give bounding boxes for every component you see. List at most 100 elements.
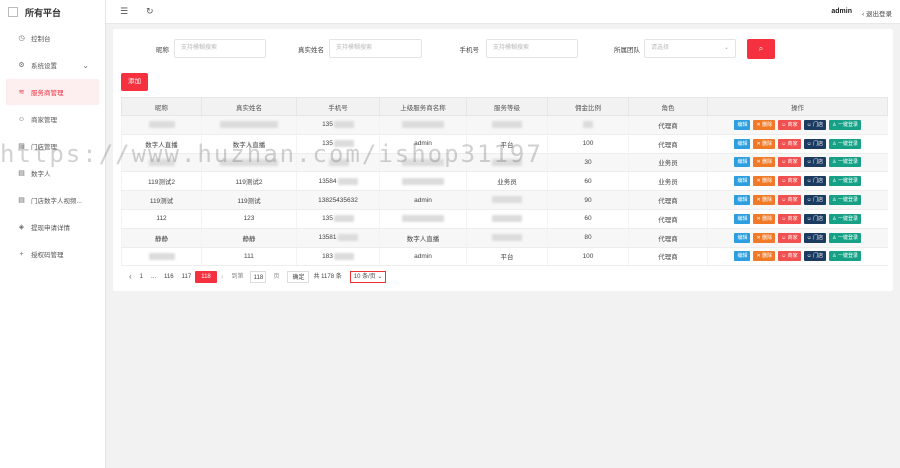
page-ellipsis: ... bbox=[151, 274, 157, 280]
cell-role: 代理商 bbox=[628, 134, 708, 154]
next-page-icon[interactable]: › bbox=[217, 271, 228, 283]
sidebar-item[interactable]: ▤ 数字人 bbox=[6, 160, 99, 186]
edit-button[interactable]: 编辑 bbox=[734, 251, 751, 262]
nickname-input[interactable]: 支持模糊搜索 bbox=[174, 39, 266, 58]
cell-role: 代理商 bbox=[628, 209, 708, 229]
cell-role: 代理商 bbox=[628, 115, 708, 135]
plus-icon: + bbox=[19, 250, 24, 258]
search-button[interactable]: ⌕ bbox=[747, 39, 775, 59]
brand: 所有平台 bbox=[0, 0, 105, 24]
main-card: 昵称 支持模糊搜索 真实姓名 支持模糊搜索 手机号 支持模糊搜索 所属团队 请选… bbox=[113, 29, 893, 291]
store-button[interactable]: ☺ 门店 bbox=[803, 213, 827, 224]
realname-input[interactable]: 支持模糊搜索 bbox=[329, 39, 422, 58]
logout-link[interactable]: ‹ 退出登录 bbox=[862, 8, 892, 18]
delete-button[interactable]: ✕ 删除 bbox=[753, 251, 776, 262]
edit-button[interactable]: 编辑 bbox=[734, 119, 751, 130]
edit-button[interactable]: 编辑 bbox=[734, 157, 751, 168]
cell-realname: 119测试 bbox=[201, 190, 297, 210]
cell-ratio: 100 bbox=[547, 247, 629, 267]
redacted-block bbox=[337, 234, 358, 242]
store-button[interactable]: ☺ 门店 bbox=[803, 251, 827, 262]
filter-bar: 昵称 支持模糊搜索 真实姓名 支持模糊搜索 手机号 支持模糊搜索 所属团队 请选… bbox=[113, 39, 893, 59]
sidebar-item[interactable]: ☺ 商家管理 bbox=[6, 106, 99, 132]
store-icon: ▤ bbox=[18, 170, 25, 177]
edit-button[interactable]: 编辑 bbox=[734, 232, 751, 243]
store-button[interactable]: ☺ 门店 bbox=[803, 232, 827, 243]
table-row: 112 123 135 60 代理商 编辑 ✕ 删除 ☺ 商家 ☺ 门店 ♙ 一键登录 bbox=[121, 209, 888, 229]
edit-button[interactable]: 编辑 bbox=[734, 138, 751, 149]
cell-actions: 编辑 ✕ 删除 ☺ 商家 ☺ 门店 ♙ 一键登录 bbox=[707, 190, 888, 210]
redacted-block bbox=[492, 158, 522, 166]
merchant-button[interactable]: ☺ 商家 bbox=[778, 195, 801, 206]
merchant-button[interactable]: ☺ 商家 bbox=[778, 176, 801, 187]
confirm-button[interactable]: 确定 bbox=[287, 271, 310, 283]
merchant-button[interactable]: ☺ 商家 bbox=[778, 138, 801, 149]
edit-button[interactable]: 编辑 bbox=[734, 195, 751, 206]
team-select[interactable]: 请选择 ⌄ bbox=[644, 39, 736, 58]
store-button[interactable]: ☺ 门店 bbox=[803, 138, 827, 149]
store-button[interactable]: ☺ 门店 bbox=[803, 119, 827, 130]
page-number[interactable]: 116 bbox=[160, 271, 178, 283]
merchant-button[interactable]: ☺ 商家 bbox=[778, 119, 801, 130]
cell-nickname: 112 bbox=[121, 209, 202, 229]
menu-toggle-icon[interactable]: ☰ bbox=[120, 6, 128, 17]
goto-input[interactable]: 118 bbox=[250, 271, 267, 283]
one-click-login-button[interactable]: ♙ 一键登录 bbox=[829, 138, 862, 149]
table-row: 静静 静静 13581 数字人直播 80 代理商 编辑 ✕ 删除 ☺ 商家 ☺ 门店 ♙ 一键登录 bbox=[121, 228, 888, 248]
table-row: 119测试2 119测试2 13584 业务员 60 业务员 编辑 ✕ 删除 ☺ 商家 ☺ 门店 ♙… bbox=[121, 171, 888, 192]
table-row: 111 183 admin 平台 100 代理商 编辑 ✕ 删除 ☺ 商家 ☺ 门店 ♙ 一键登录 bbox=[121, 247, 888, 267]
refresh-icon[interactable]: ↻ bbox=[146, 6, 154, 17]
edit-button[interactable]: 编辑 bbox=[734, 213, 751, 224]
cell-parent: admin bbox=[379, 134, 467, 154]
brand-title: 所有平台 bbox=[25, 7, 62, 18]
merchant-button[interactable]: ☺ 商家 bbox=[778, 251, 801, 262]
delete-button[interactable]: ✕ 删除 bbox=[753, 138, 776, 149]
one-click-login-button[interactable]: ♙ 一键登录 bbox=[829, 213, 862, 224]
user-name[interactable]: admin bbox=[831, 8, 852, 15]
cell-parent bbox=[379, 209, 467, 229]
sidebar-item[interactable]: ▤ 门店管理 bbox=[6, 133, 99, 159]
sidebar-item[interactable]: ⚙ 系统设置 ⌄ bbox=[6, 52, 99, 78]
store-button[interactable]: ☺ 门店 bbox=[803, 157, 827, 168]
add-button[interactable]: 添加 bbox=[121, 73, 148, 91]
page-number[interactable]: 118 bbox=[195, 271, 217, 283]
cell-parent bbox=[379, 115, 467, 135]
cell-ratio: 100 bbox=[547, 134, 629, 154]
cell-actions: 编辑 ✕ 删除 ☺ 商家 ☺ 门店 ♙ 一键登录 bbox=[707, 153, 888, 173]
delete-button[interactable]: ✕ 删除 bbox=[753, 213, 776, 224]
wifi-icon: ≋ bbox=[18, 89, 25, 96]
sidebar-item[interactable]: + 授权码管理 bbox=[6, 241, 99, 267]
redacted-block bbox=[583, 121, 593, 129]
sidebar-item-label: 控制台 bbox=[31, 36, 51, 43]
one-click-login-button[interactable]: ♙ 一键登录 bbox=[829, 119, 862, 130]
page-size-select[interactable]: 10 条/页 ⌄ bbox=[349, 271, 387, 283]
sidebar-item[interactable]: ▤ 门店数字人视频... bbox=[6, 187, 99, 213]
merchant-button[interactable]: ☺ 商家 bbox=[778, 213, 801, 224]
one-click-login-button[interactable]: ♙ 一键登录 bbox=[829, 195, 862, 206]
prev-page-icon[interactable]: ‹ bbox=[125, 271, 136, 283]
sidebar-item[interactable]: ◷ 控制台 bbox=[6, 25, 99, 51]
one-click-login-button[interactable]: ♙ 一键登录 bbox=[829, 157, 862, 168]
sidebar-item[interactable]: ◈ 提现申请详情 bbox=[6, 214, 99, 240]
one-click-login-button[interactable]: ♙ 一键登录 bbox=[829, 251, 862, 262]
delete-button[interactable]: ✕ 删除 bbox=[753, 119, 776, 130]
merchant-button[interactable]: ☺ 商家 bbox=[778, 157, 801, 168]
redacted-block bbox=[402, 215, 444, 223]
redacted-block bbox=[333, 252, 354, 260]
edit-button[interactable]: 编辑 bbox=[734, 176, 751, 187]
column-header: 手机号 bbox=[296, 97, 380, 116]
page-number[interactable]: 117 bbox=[178, 271, 196, 283]
store-button[interactable]: ☺ 门店 bbox=[803, 176, 827, 187]
delete-button[interactable]: ✕ 删除 bbox=[753, 232, 776, 243]
merchant-button[interactable]: ☺ 商家 bbox=[778, 232, 801, 243]
delete-button[interactable]: ✕ 删除 bbox=[753, 195, 776, 206]
page-number[interactable]: 1 bbox=[136, 271, 147, 283]
one-click-login-button[interactable]: ♙ 一键登录 bbox=[829, 176, 862, 187]
delete-button[interactable]: ✕ 删除 bbox=[753, 157, 776, 168]
store-button[interactable]: ☺ 门店 bbox=[803, 195, 827, 206]
phone-input[interactable]: 支持模糊搜索 bbox=[486, 39, 578, 58]
one-click-login-button[interactable]: ♙ 一键登录 bbox=[829, 232, 862, 243]
sidebar-item[interactable]: ≋ 服务商管理 bbox=[6, 79, 99, 105]
redacted-block bbox=[492, 215, 522, 223]
delete-button[interactable]: ✕ 删除 bbox=[753, 176, 776, 187]
